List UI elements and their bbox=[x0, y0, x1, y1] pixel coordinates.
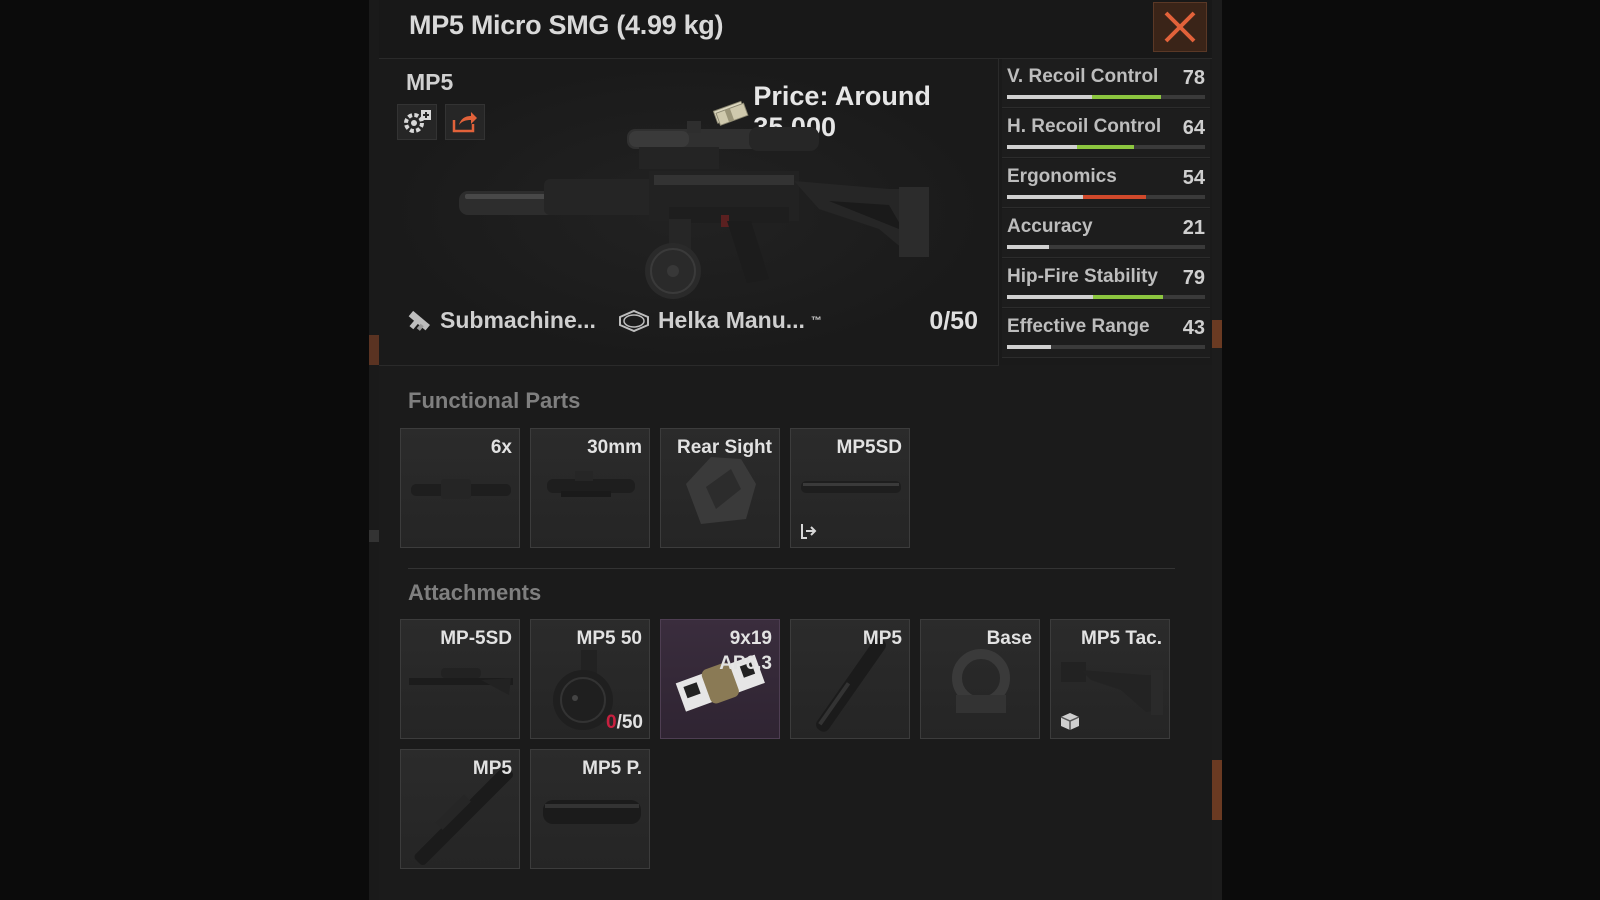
stat-value: 78 bbox=[1182, 67, 1205, 89]
smg-category-icon bbox=[408, 310, 430, 331]
package-icon bbox=[1060, 713, 1080, 730]
stat-label: Hip-Fire Stability bbox=[1007, 266, 1158, 287]
stat-row: Hip-Fire Stability 79 bbox=[1002, 259, 1210, 308]
weapon-meta: Submachine... Helka Manu... ™ bbox=[406, 307, 844, 334]
slot-stock[interactable]: MP5 Tac. bbox=[1050, 619, 1170, 739]
slot-label: MP5 50 bbox=[576, 628, 642, 649]
stat-label: Accuracy bbox=[1007, 216, 1093, 237]
stat-row: V. Recoil Control 78 bbox=[1002, 59, 1210, 108]
customize-button[interactable] bbox=[397, 104, 437, 140]
stat-bar bbox=[1007, 245, 1205, 249]
slot-label: MP-5SD bbox=[440, 628, 512, 649]
stat-bar-fill bbox=[1007, 345, 1051, 349]
stat-row: Ergonomics 54 bbox=[1002, 159, 1210, 208]
weapon-overview: MP5 Price: Around Submachine... Helka Ma… bbox=[379, 59, 1212, 366]
background-edge-left bbox=[369, 0, 379, 900]
weapon-preview: MP5 Price: Around Submachine... Helka Ma… bbox=[379, 59, 999, 366]
stat-bar bbox=[1007, 295, 1205, 299]
slot-barrel[interactable]: MP5SD bbox=[790, 428, 910, 548]
stat-bar-modifier bbox=[1077, 145, 1134, 149]
stat-value: 43 bbox=[1182, 317, 1205, 339]
slot-ammo-capacity: /50 bbox=[616, 712, 643, 733]
panel-header: MP5 Micro SMG (4.99 kg) bbox=[379, 0, 1212, 59]
stat-row: Accuracy 21 bbox=[1002, 209, 1210, 258]
slot-scope-30mm[interactable]: 30mm bbox=[530, 428, 650, 548]
slot-handguard[interactable]: MP5 bbox=[790, 619, 910, 739]
slot-label: MP5 Tac. bbox=[1081, 628, 1162, 649]
category-label: Submachine... bbox=[440, 307, 596, 333]
attachments-title: Attachments bbox=[408, 580, 542, 605]
stat-label: H. Recoil Control bbox=[1007, 116, 1162, 137]
stat-value: 54 bbox=[1182, 167, 1205, 189]
slot-mount[interactable]: Base bbox=[920, 619, 1040, 739]
mp5-weapon-image bbox=[459, 121, 929, 299]
slot-label: 9x19 AP6.3 bbox=[719, 628, 772, 674]
background-edge-right bbox=[1212, 0, 1222, 900]
stat-value: 79 bbox=[1182, 267, 1205, 289]
slot-ammo-loaded: 0 bbox=[606, 712, 617, 733]
weapon-detail-panel: MP5 Micro SMG (4.99 kg) MP5 Price: Aroun… bbox=[379, 0, 1212, 900]
slot-label: MP5 bbox=[472, 758, 512, 779]
stat-bar-modifier bbox=[1083, 195, 1146, 199]
stat-value: 64 bbox=[1182, 117, 1205, 139]
slot-suppressor[interactable]: MP5 P. bbox=[530, 749, 650, 869]
functional-parts-title: Functional Parts bbox=[408, 388, 581, 413]
close-button[interactable] bbox=[1153, 2, 1207, 52]
section-divider bbox=[408, 568, 1175, 569]
detach-icon bbox=[801, 524, 817, 539]
weapon-manufacturer: Helka Manu... ™ bbox=[618, 307, 822, 334]
slot-label: Rear Sight bbox=[676, 437, 772, 458]
stat-bar bbox=[1007, 195, 1205, 199]
stat-label: Effective Range bbox=[1007, 316, 1150, 337]
slot-label: 6x bbox=[490, 437, 512, 458]
panel-title: MP5 Micro SMG (4.99 kg) bbox=[409, 10, 724, 40]
weapon-category: Submachine... bbox=[406, 307, 596, 334]
slot-drum-mag[interactable]: MP5 50 0/50 bbox=[530, 619, 650, 739]
stat-bar bbox=[1007, 95, 1205, 99]
stat-bar-fill bbox=[1007, 245, 1049, 249]
close-icon bbox=[1164, 11, 1196, 43]
stat-row: Effective Range 43 bbox=[1002, 309, 1210, 358]
stats-list: V. Recoil Control 78 H. Recoil Control 64 Er… bbox=[999, 59, 1212, 365]
weapon-name: MP5 bbox=[406, 69, 454, 95]
stat-bar bbox=[1007, 345, 1205, 349]
helka-logo-icon bbox=[618, 309, 649, 332]
stat-label: Ergonomics bbox=[1007, 166, 1117, 187]
slot-label: 30mm bbox=[587, 437, 642, 458]
ammo-capacity: 0/50 bbox=[929, 307, 978, 335]
stat-label: V. Recoil Control bbox=[1007, 66, 1159, 87]
slot-label: MP5 bbox=[862, 628, 902, 649]
stat-value: 21 bbox=[1182, 217, 1205, 239]
manufacturer-label: Helka Manu... bbox=[657, 307, 805, 333]
slot-label: MP5SD bbox=[836, 437, 902, 458]
slot-label: Base bbox=[986, 628, 1032, 649]
trademark-symbol: ™ bbox=[810, 314, 822, 327]
slot-upper-receiver[interactable]: MP5 bbox=[400, 749, 520, 869]
slot-rear-sight[interactable]: Rear Sight bbox=[660, 428, 780, 548]
slot-rifle[interactable]: MP-5SD bbox=[400, 619, 520, 739]
stat-row: H. Recoil Control 64 bbox=[1002, 109, 1210, 158]
stat-bar-modifier bbox=[1092, 95, 1161, 99]
stat-bar-modifier bbox=[1093, 295, 1163, 299]
stat-bar bbox=[1007, 145, 1205, 149]
slot-ammo-count: 0/50 bbox=[606, 712, 643, 734]
slot-scope-6x[interactable]: 6x bbox=[400, 428, 520, 548]
slot-label: MP5 P. bbox=[582, 758, 642, 779]
slot-ammo-box[interactable]: 9x19 AP6.3 bbox=[660, 619, 780, 739]
gear-plus-icon bbox=[404, 110, 431, 133]
